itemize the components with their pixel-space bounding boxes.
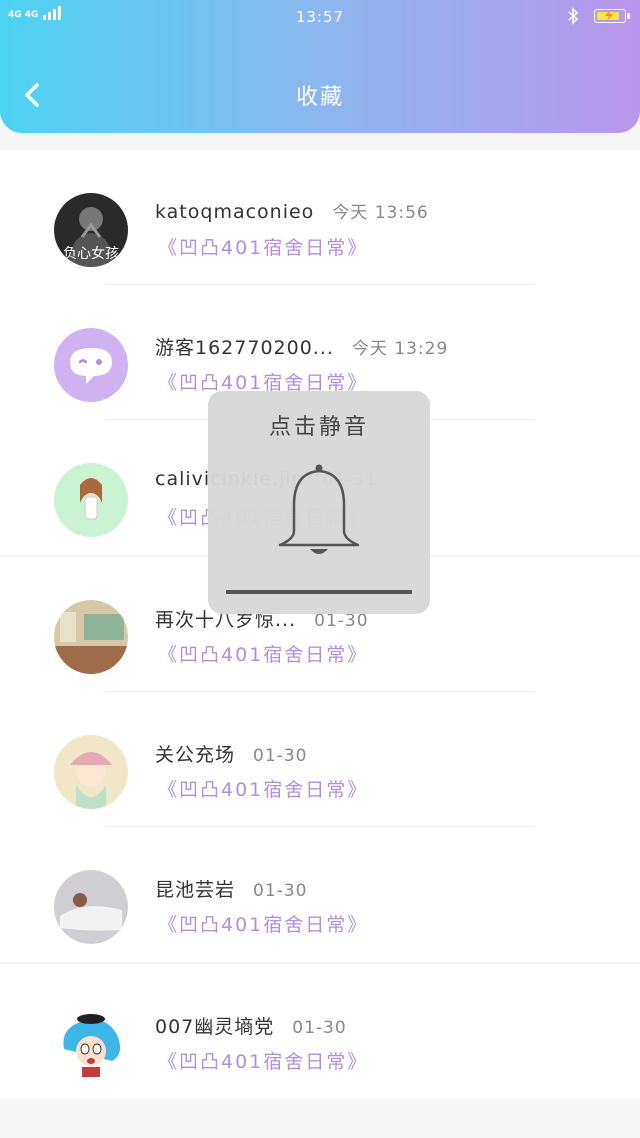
avatar[interactable] (54, 870, 128, 944)
battery-charging-icon (594, 9, 630, 23)
timestamp: 01-30 (292, 1018, 347, 1038)
list-item[interactable]: 关公充场 01-30 《凹凸401宿舍日常》 (0, 692, 640, 827)
bluetooth-icon (568, 7, 579, 25)
list-item[interactable]: 负心女孩 katoqmaconieo 今天 13:56 《凹凸401宿舍日常》 (0, 150, 640, 285)
user-name: 昆池芸岩 01-30 (155, 879, 308, 901)
user-name: 游客162770200... 今天 13:29 (155, 337, 449, 359)
mute-label: 点击静音 (268, 415, 369, 440)
list-item[interactable]: 昆池芸岩 01-30 《凹凸401宿舍日常》 (0, 827, 640, 962)
comic-title: 《凹凸401宿舍日常》 (158, 237, 369, 259)
timestamp: 01-30 (253, 881, 308, 901)
volume-bar (226, 590, 412, 594)
avatar[interactable] (54, 735, 128, 809)
timestamp: 01-30 (314, 611, 369, 631)
status-time: 13:57 (295, 8, 345, 26)
user-name: katoqmaconieo 今天 13:56 (155, 201, 429, 223)
comic-title: 《凹凸401宿舍日常》 (158, 1051, 369, 1073)
avatar[interactable] (54, 328, 128, 402)
avatar[interactable] (54, 463, 128, 537)
timestamp: 今天 13:29 (351, 339, 449, 359)
user-name: 007幽灵墒党 01-30 (155, 1016, 347, 1038)
status-bar: 4G 4G 13:57 (0, 0, 640, 34)
timestamp: 今天 13:56 (332, 203, 429, 223)
comic-title: 《凹凸401宿舍日常》 (158, 779, 369, 801)
avatar[interactable] (54, 600, 128, 674)
avatar[interactable] (54, 1007, 128, 1081)
page-title: 收藏 (295, 85, 344, 110)
comic-title: 《凹凸401宿舍日常》 (158, 644, 369, 666)
header: 4G 4G 13:57 收藏 (0, 0, 640, 133)
user-name: 关公充场 01-30 (155, 744, 308, 766)
bell-icon (278, 464, 360, 554)
favorites-list: 负心女孩 katoqmaconieo 今天 13:56 《凹凸401宿舍日常》 游… (0, 150, 640, 1099)
avatar-caption: 负心女孩 (63, 246, 119, 262)
avatar[interactable]: 负心女孩 (54, 193, 128, 267)
list-item[interactable]: 007幽灵墒党 01-30 《凹凸401宿舍日常》 (0, 964, 640, 1099)
timestamp: 01-30 (253, 746, 308, 766)
mute-toast[interactable]: 点击静音 (208, 391, 430, 614)
comic-title: 《凹凸401宿舍日常》 (158, 914, 369, 936)
